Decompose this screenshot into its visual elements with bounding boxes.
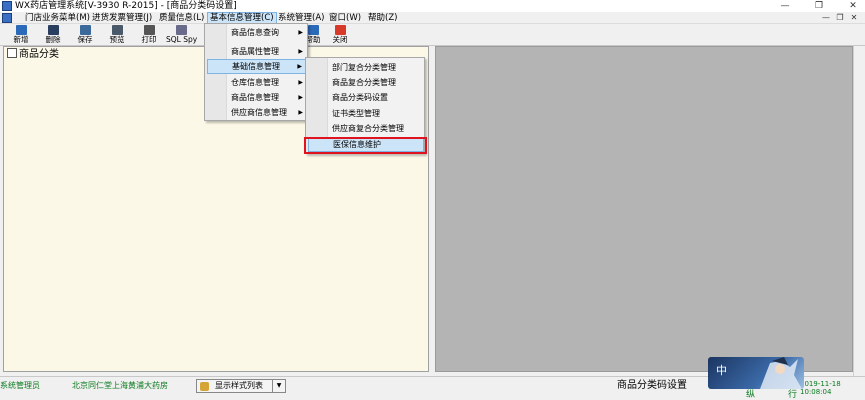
minimize-button[interactable]: — — [776, 0, 794, 12]
view-style-combo[interactable]: 显示样式列表 ▼ — [196, 379, 286, 393]
tree-root-label: 商品分类 — [19, 49, 59, 60]
submenu-arrow-icon: ▶ — [297, 63, 302, 70]
new-label: 新增 — [13, 35, 29, 44]
new-button[interactable]: 新增 — [6, 25, 36, 45]
menu-item-product-attributes[interactable]: 商品属性管理 ▶ — [207, 44, 307, 59]
status-user: 系统管理员 — [0, 381, 40, 390]
status-form-name: 商品分类码设置 — [617, 380, 687, 391]
menu-store-business[interactable]: 门店业务菜单(M) — [23, 12, 92, 24]
delete-button[interactable]: 删除 — [38, 25, 68, 45]
document-icon — [2, 13, 12, 23]
list-style-icon — [200, 382, 209, 391]
vertical-scrollbar[interactable] — [853, 46, 865, 389]
sql-spy-label: SQL Spy — [166, 35, 198, 44]
menu-item-basic-info-management[interactable]: 基础信息管理 ▶ — [207, 59, 307, 74]
menu-bar: 门店业务菜单(M) 进货发票管理(J) 质量信息(L) 基本信息管理(C) 系统… — [0, 12, 865, 24]
delete-icon — [47, 25, 59, 35]
menu-item-label: 基础信息管理 — [232, 62, 280, 71]
menu-purchase-invoice[interactable]: 进货发票管理(J) — [90, 12, 154, 24]
submenu-item-label: 商品复合分类管理 — [332, 78, 396, 87]
tree-root-item[interactable]: 商品分类 — [7, 48, 59, 61]
menu-item-label: 商品信息管理 — [231, 93, 279, 102]
save-icon — [79, 25, 91, 35]
mdi-restore-button[interactable]: ❐ — [834, 12, 846, 24]
ime-character-icon — [760, 357, 802, 389]
menu-window[interactable]: 窗口(W) — [327, 12, 363, 24]
title-bar: WX药店管理系统[V-3930 R-2015] - [商品分类码设置] — ❐ … — [0, 0, 865, 12]
print-label: 打印 — [141, 35, 157, 44]
toolbar: 新增 删除 保存 预览 打印 SQL Spy 帮助 关闭 — [0, 24, 865, 46]
close-toolbar-button[interactable]: 关闭 — [325, 25, 355, 45]
submenu-item-label: 证书类型管理 — [332, 109, 380, 118]
status-store: 北京同仁堂上海黄浦大药房 — [72, 381, 168, 390]
close-label: 关闭 — [332, 35, 348, 44]
menu-item-label: 供应商信息管理 — [231, 108, 287, 117]
mdi-minimize-button[interactable]: — — [820, 12, 832, 24]
close-button[interactable]: ✕ — [844, 0, 862, 12]
submenu-item-product-category[interactable]: 商品复合分类管理 — [308, 75, 424, 90]
sql-spy-button[interactable]: SQL Spy — [166, 25, 198, 45]
submenu-item-category-code[interactable]: 商品分类码设置 — [308, 90, 424, 105]
ime-widget[interactable]: 中 — [708, 357, 804, 389]
menu-item-label: 商品信息查询 — [231, 28, 279, 37]
submenu-item-label: 部门复合分类管理 — [332, 63, 396, 72]
submenu-item-label: 商品分类码设置 — [332, 93, 388, 102]
menu-item-label: 仓库信息管理 — [231, 78, 279, 87]
chevron-down-icon[interactable]: ▼ — [272, 380, 285, 392]
sql-spy-icon — [175, 25, 187, 35]
mdi-close-button[interactable]: ✕ — [848, 12, 860, 24]
menu-quality-info[interactable]: 质量信息(L) — [157, 12, 206, 24]
submenu-arrow-icon: ▶ — [298, 94, 303, 101]
view-style-value: 显示样式列表 — [215, 381, 263, 390]
print-button[interactable]: 打印 — [134, 25, 164, 45]
app-window: WX药店管理系统[V-3930 R-2015] - [商品分类码设置] — ❐ … — [0, 0, 865, 400]
print-icon — [143, 25, 155, 35]
highlight-box — [304, 137, 427, 154]
status-date: 2019-11-18 — [800, 380, 841, 388]
menu-item-supplier-info[interactable]: 供应商信息管理 ▶ — [207, 105, 307, 120]
save-label: 保存 — [77, 35, 93, 44]
preview-button[interactable]: 预览 — [102, 25, 132, 45]
menu-help[interactable]: 帮助(Z) — [366, 12, 399, 24]
ime-mode-label: 中 — [716, 364, 727, 377]
new-icon — [15, 25, 27, 35]
submenu-arrow-icon: ▶ — [298, 48, 303, 55]
menu-item-warehouse-info[interactable]: 仓库信息管理 ▶ — [207, 75, 307, 90]
preview-icon — [111, 25, 123, 35]
submenu-arrow-icon: ▶ — [298, 79, 303, 86]
preview-label: 预览 — [109, 35, 125, 44]
submenu-item-supplier-category[interactable]: 供应商复合分类管理 — [308, 121, 424, 136]
save-button[interactable]: 保存 — [70, 25, 100, 45]
menu-item-product-query[interactable]: 商品信息查询 ▶ — [207, 25, 307, 40]
submenu-arrow-icon: ▶ — [298, 29, 303, 36]
menu-item-label: 商品属性管理 — [231, 47, 279, 56]
basic-info-menu: 商品信息查询 ▶ 商品属性管理 ▶ 基础信息管理 ▶ 仓库信息管理 ▶ 商品信息… — [204, 23, 308, 121]
help-icon — [307, 25, 319, 35]
submenu-item-certificate-type[interactable]: 证书类型管理 — [308, 106, 424, 121]
delete-label: 删除 — [45, 35, 61, 44]
menu-item-product-info[interactable]: 商品信息管理 ▶ — [207, 90, 307, 105]
submenu-item-dept-category[interactable]: 部门复合分类管理 — [308, 60, 424, 75]
window-title: WX药店管理系统[V-3930 R-2015] - [商品分类码设置] — [15, 1, 237, 11]
restore-button[interactable]: ❐ — [810, 0, 828, 12]
mdi-client-area — [435, 46, 853, 372]
close-icon — [334, 25, 346, 35]
submenu-arrow-icon: ▶ — [298, 109, 303, 116]
tree-node-icon — [7, 48, 17, 58]
submenu-item-label: 供应商复合分类管理 — [332, 124, 404, 133]
app-icon — [2, 1, 12, 11]
status-time: 10:08:04 — [800, 388, 832, 396]
